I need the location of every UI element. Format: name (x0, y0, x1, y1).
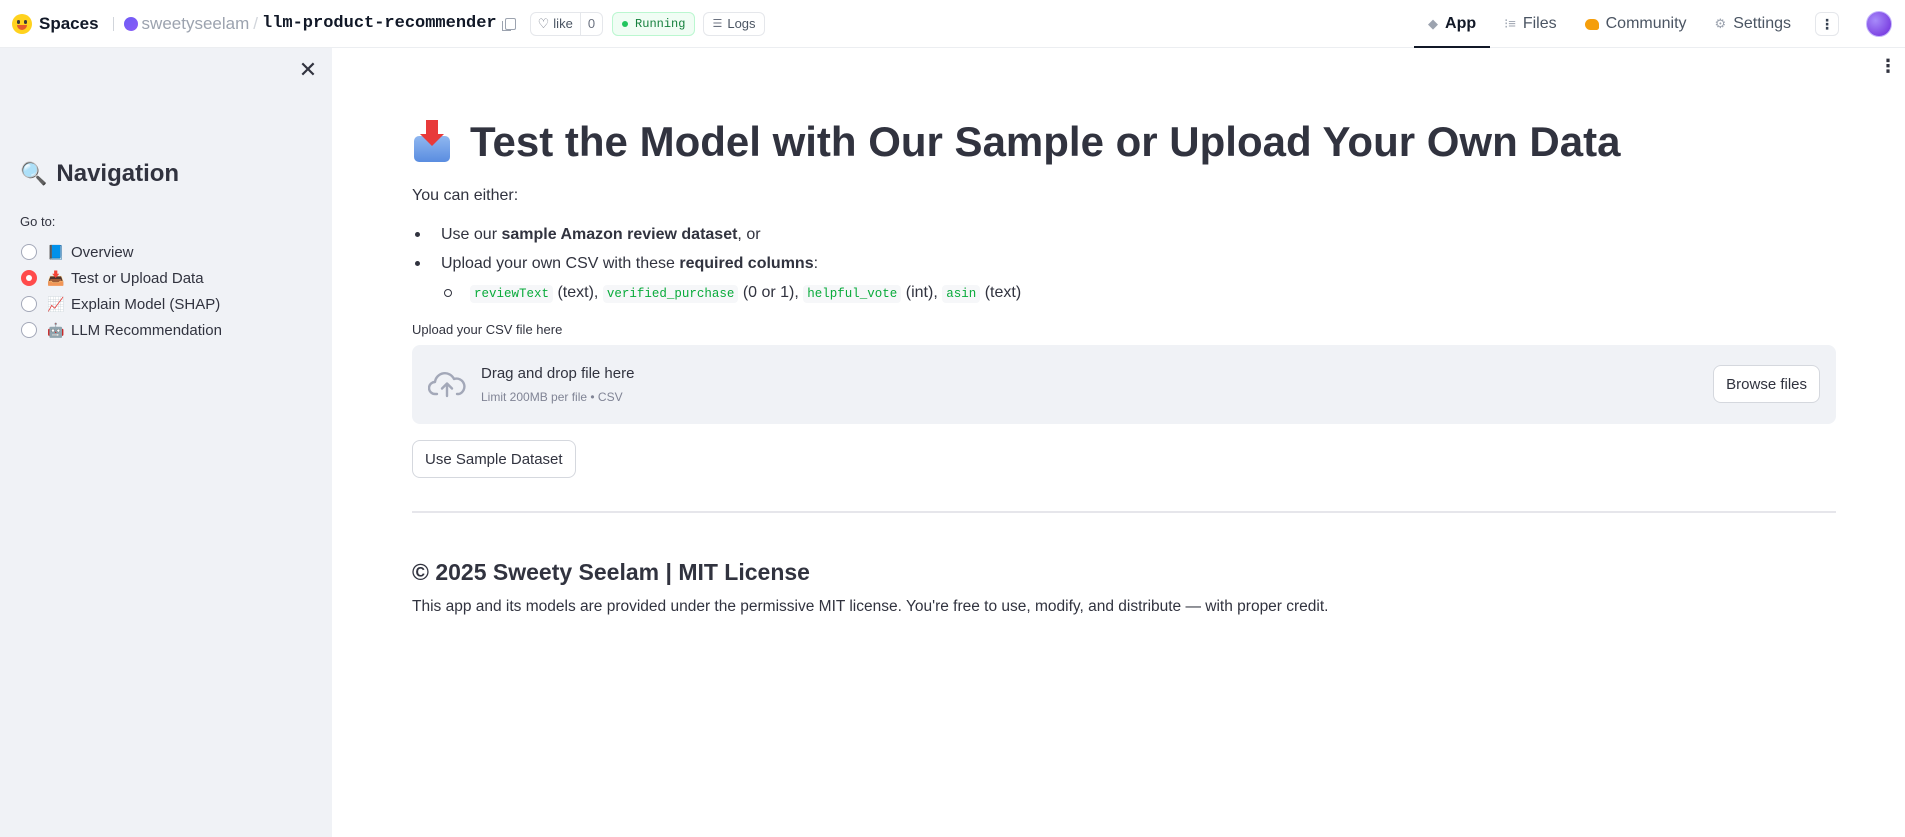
nav-item-llm-recommendation[interactable]: 🤖 LLM Recommendation (21, 317, 222, 343)
robot-icon: 🤖 (47, 321, 65, 338)
logs-icon: ☰ (712, 18, 723, 30)
column-name-code: reviewText (470, 285, 554, 303)
tab-community[interactable]: Community (1571, 0, 1701, 48)
footer-title: © 2025 Sweety Seelam | MIT License (412, 559, 810, 585)
nav-item-test-upload[interactable]: 📥 Test or Upload Data (21, 265, 222, 291)
radio-button[interactable] (21, 296, 37, 312)
main-content: ⋮ Test the Model with Our Sample or Uplo… (332, 48, 1905, 837)
gear-icon: ⚙ (1714, 16, 1727, 31)
nav-item-explain-model[interactable]: 📈 Explain Model (SHAP) (21, 291, 222, 317)
file-dropzone[interactable]: Drag and drop file here Limit 200MB per … (412, 345, 1836, 424)
like-count[interactable]: 0 (579, 12, 602, 35)
nav-item-label: Overview (71, 243, 134, 261)
bullet-bold-text: required columns (679, 255, 814, 272)
column-name-code: helpful_vote (803, 285, 902, 303)
use-sample-dataset-button[interactable]: Use Sample Dataset (412, 440, 576, 478)
tab-settings[interactable]: ⚙ Settings (1701, 0, 1805, 48)
owner-avatar-icon (123, 16, 138, 31)
space-tabs: ◆ App ⁝≡ Files Community ⚙ Settings ⋮ (1414, 0, 1905, 48)
status-badge[interactable]: Running (612, 11, 696, 36)
copy-icon[interactable] (501, 17, 516, 31)
divider (112, 16, 114, 31)
footer-text: This app and its models are provided und… (412, 598, 1329, 615)
column-type: (int) (905, 284, 934, 301)
bullet-text: Upload your own CSV with these (441, 255, 680, 272)
repo-name-link[interactable]: llm-product-recommender (262, 14, 497, 33)
files-icon: ⁝≡ (1504, 16, 1516, 31)
more-options-button[interactable]: ⋮ (1815, 12, 1839, 36)
tab-app[interactable]: ◆ App (1414, 0, 1491, 48)
inbox-tray-icon (412, 120, 452, 164)
radio-button[interactable] (21, 322, 37, 338)
column-type: (text) (984, 284, 1022, 301)
required-columns-list: reviewText (text), verified_purchase (0 … (441, 278, 1836, 309)
radio-button[interactable] (21, 244, 37, 260)
like-label: like (553, 16, 573, 31)
tab-app-label: App (1445, 15, 1477, 32)
separator: , (933, 284, 938, 301)
hf-topbar: Spaces sweetyseelam / llm-product-recomm… (0, 0, 1905, 48)
close-sidebar-icon[interactable]: ✕ (298, 59, 318, 81)
sidebar: ✕ 🔍 Navigation Go to: 📘 Overview 📥 Test … (0, 48, 332, 837)
nav-item-label: Test or Upload Data (71, 269, 204, 287)
column-name-code: verified_purchase (602, 285, 739, 303)
bullet-text: , or (737, 226, 761, 243)
separator: , (593, 284, 599, 301)
app-menu-icon[interactable]: ⋮ (1879, 57, 1897, 75)
nav-item-label: Explain Model (SHAP) (71, 295, 221, 313)
inbox-tray-icon: 📥 (47, 269, 65, 286)
separator: , (794, 284, 799, 301)
bullet-text: : (813, 255, 819, 272)
breadcrumb: Spaces sweetyseelam / llm-product-recomm… (0, 0, 765, 48)
divider (412, 511, 1836, 513)
magnifier-icon: 🔍 (20, 161, 48, 186)
list-item: Upload your own CSV with these required … (412, 249, 1836, 309)
list-item: Use our sample Amazon review dataset, or (412, 220, 1836, 249)
chart-increasing-icon: 📈 (47, 295, 65, 312)
book-icon: 📘 (47, 243, 65, 260)
intro-text: You can either: (412, 187, 519, 204)
owner-link[interactable]: sweetyseelam (142, 14, 250, 34)
page-title: Test the Model with Our Sample or Upload… (412, 114, 1836, 170)
tab-files[interactable]: ⁝≡ Files (1490, 0, 1571, 48)
tab-settings-label: Settings (1733, 15, 1791, 32)
drop-title: Drag and drop file here (481, 365, 635, 382)
heart-icon: ♡ (537, 15, 550, 31)
drop-limit: Limit 200MB per file • CSV (481, 390, 623, 404)
breadcrumb-separator: / (253, 13, 258, 33)
cube-icon: ◆ (1428, 16, 1439, 31)
radio-button-selected[interactable] (21, 270, 37, 286)
upload-label: Upload your CSV file here (412, 322, 563, 337)
page-title-text: Test the Model with Our Sample or Upload… (470, 118, 1621, 165)
status-dot-icon (622, 20, 629, 27)
goto-label: Go to: (20, 214, 56, 229)
sidebar-title: 🔍 Navigation (20, 160, 179, 188)
column-type: (0 or 1) (742, 284, 795, 301)
nav-item-label: LLM Recommendation (71, 321, 222, 339)
status-label: Running (635, 16, 686, 31)
browse-files-button[interactable]: Browse files (1713, 365, 1820, 403)
nav-radio-group: 📘 Overview 📥 Test or Upload Data 📈 Expla… (21, 239, 222, 343)
cloud-upload-icon (428, 372, 466, 398)
column-type: (text) (557, 284, 594, 301)
huggingface-logo-icon[interactable] (12, 13, 32, 34)
list-item: reviewText (text), verified_purchase (0 … (441, 278, 1836, 309)
like-button[interactable]: ♡ like 0 (529, 11, 604, 36)
page-body: Test the Model with Our Sample or Upload… (412, 114, 1836, 616)
tab-files-label: Files (1522, 15, 1557, 32)
logs-label: Logs (727, 16, 756, 31)
nav-item-overview[interactable]: 📘 Overview (21, 239, 222, 265)
spaces-link[interactable]: Spaces (39, 14, 99, 34)
tab-community-label: Community (1605, 15, 1687, 32)
logs-button[interactable]: ☰ Logs (703, 11, 765, 36)
bullet-text: Use our (441, 226, 502, 243)
user-avatar[interactable] (1866, 11, 1892, 37)
options-list: Use our sample Amazon review dataset, or… (412, 220, 1836, 309)
community-icon (1584, 18, 1599, 30)
column-name-code: asin (942, 285, 981, 303)
bullet-bold-text: sample Amazon review dataset (501, 226, 738, 243)
sidebar-title-text: Navigation (56, 160, 180, 187)
